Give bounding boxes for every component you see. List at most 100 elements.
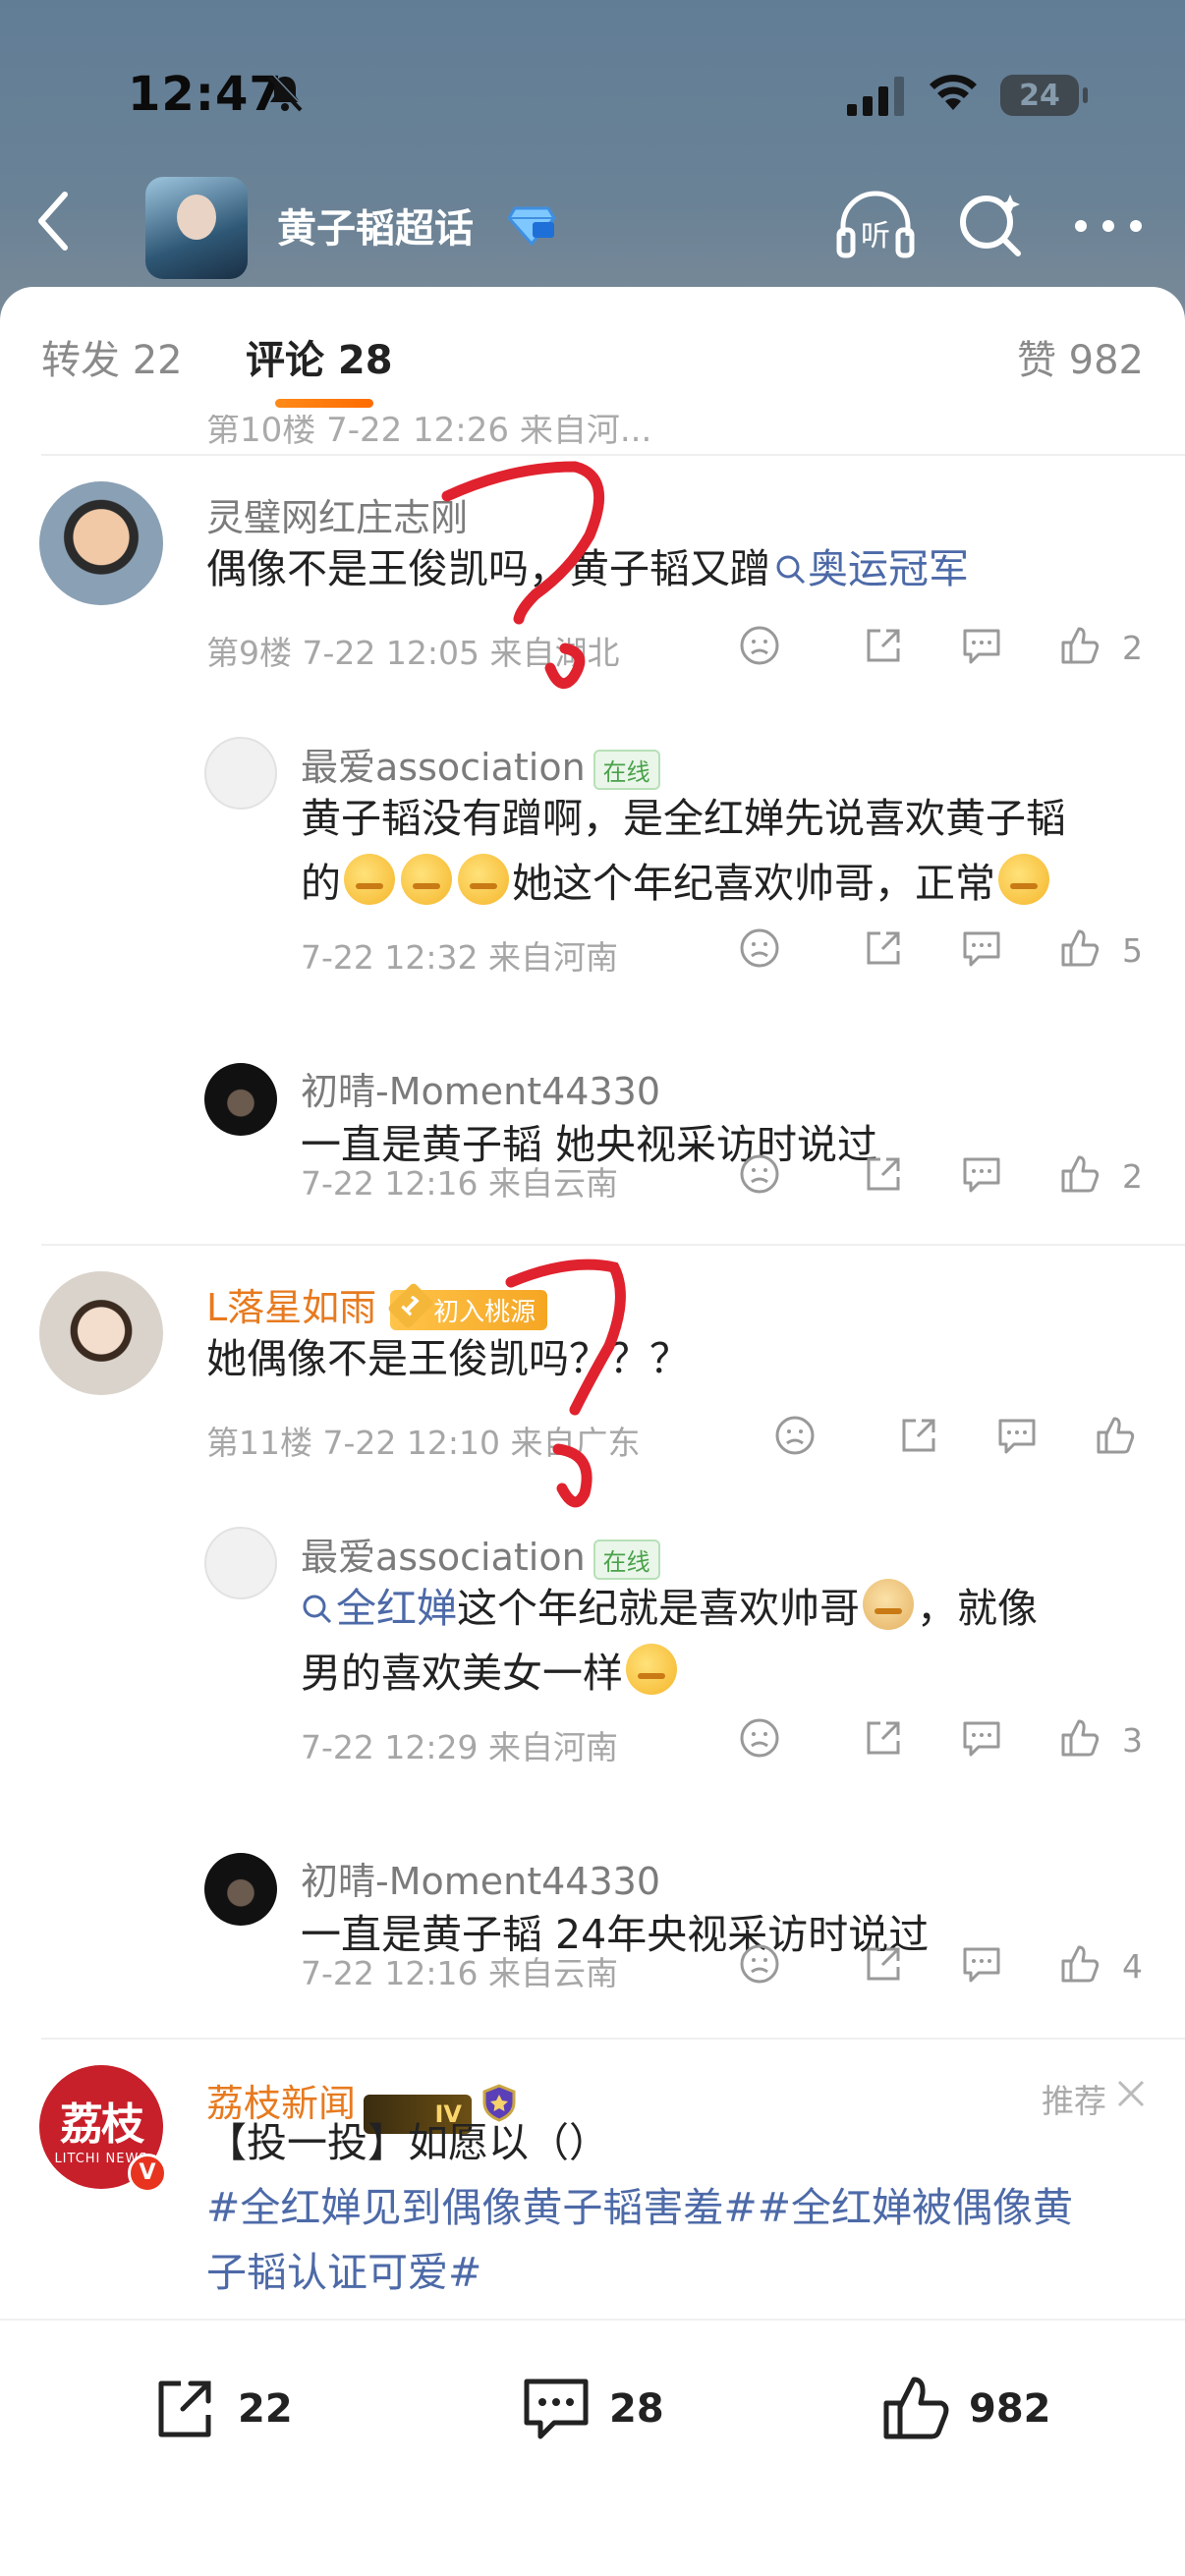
reply-author-name[interactable]: 初晴-Moment44330 (301, 1851, 660, 1905)
reply-meta: 7-22 12:16 来自云南 (301, 1954, 618, 1992)
reply-icon[interactable] (959, 1941, 1004, 1987)
comment-bubble-icon (524, 2379, 589, 2439)
wifi-icon (930, 75, 977, 110)
share-icon[interactable] (861, 1941, 906, 1987)
reply-actions: 2 (727, 1151, 1159, 1201)
partial-comment-meta: 第10楼 7-22 12:26 来自河... (206, 415, 652, 450)
comment-text: 她偶像不是王俊凯吗？？？ (206, 1335, 690, 1382)
like-total: 982 (969, 2386, 1051, 2432)
hashtag-link[interactable]: 子韬认证可爱# (206, 2249, 481, 2296)
search-icon (303, 1595, 332, 1624)
reply-author-name[interactable]: 初晴-Moment44330 (301, 1061, 660, 1115)
like-icon[interactable] (1057, 1715, 1102, 1761)
dislike-face-icon[interactable] (737, 1941, 782, 1987)
comment-meta: 第9楼 7-22 12:05 来自湖北 (206, 634, 620, 672)
comment-actions (762, 1413, 1185, 1462)
avatar[interactable] (204, 1853, 277, 1926)
silent-bell-icon (267, 73, 305, 112)
reply-icon[interactable] (959, 925, 1004, 971)
comment-count: 28 (609, 2386, 664, 2432)
emoji-shush (998, 854, 1049, 905)
topic-avatar[interactable] (145, 177, 248, 279)
topic-title[interactable]: 黄子韬超话 (277, 196, 474, 253)
like-icon[interactable] (1093, 1413, 1138, 1458)
diamond-badge-icon (507, 206, 556, 246)
comment-actions: 2 (727, 623, 1159, 672)
status-time: 12:47 (128, 67, 283, 122)
avatar[interactable] (204, 737, 277, 810)
dislike-face-icon[interactable] (772, 1413, 818, 1458)
like-button[interactable]: 982 (878, 2370, 1051, 2448)
reply-icon[interactable] (994, 1413, 1040, 1458)
dislike-face-icon[interactable] (737, 1151, 782, 1197)
dislike-face-icon[interactable] (737, 623, 782, 668)
comment-text-body: 偶像不是王俊凯吗，黄子韬又蹭 (206, 545, 770, 592)
avatar[interactable] (204, 1063, 277, 1136)
commenter-name[interactable]: L落星如雨 (206, 1286, 376, 1329)
share-icon[interactable] (861, 623, 906, 668)
share-icon[interactable] (861, 925, 906, 971)
divider (41, 1244, 1185, 1246)
comment-text: 偶像不是王俊凯吗，黄子韬又蹭 奥运冠军 (206, 536, 1140, 601)
like-icon[interactable] (1057, 925, 1102, 971)
share-icon[interactable] (861, 1151, 906, 1197)
commenter-name[interactable]: 灵璧网红庄志刚 (206, 487, 468, 541)
reply-icon[interactable] (959, 623, 1004, 668)
like-icon[interactable] (1057, 1151, 1102, 1197)
reply-text-prefix: 的 (301, 860, 341, 907)
emoji-666 (344, 854, 395, 905)
reply-author-name[interactable]: 最爱association (301, 1536, 586, 1579)
tab-repost[interactable]: 转发 22 (41, 328, 183, 385)
reply-author[interactable]: 最爱association 在线 (301, 737, 660, 791)
back-arrow-icon[interactable] (29, 187, 79, 255)
like-icon[interactable] (1057, 1941, 1102, 1987)
reply-meta: 7-22 12:16 来自云南 (301, 1164, 618, 1203)
svg-text:听: 听 (861, 219, 890, 253)
like-thumb-icon (883, 2377, 949, 2439)
avatar[interactable] (204, 1527, 277, 1599)
close-icon[interactable] (1116, 2079, 1146, 2108)
reply-author[interactable]: 最爱association 在线 (301, 1527, 660, 1581)
commenter[interactable]: L落星如雨初入桃源 (206, 1277, 548, 1331)
reply-author-name[interactable]: 最爱association (301, 746, 586, 789)
brand-logo-text: 荔枝 (60, 2099, 144, 2150)
reply-meta: 7-22 12:32 来自河南 (301, 938, 618, 977)
search-sparkle-icon[interactable] (953, 185, 1032, 263)
emoji-doge (863, 1579, 914, 1630)
dislike-face-icon[interactable] (737, 1715, 782, 1761)
dislike-face-icon[interactable] (737, 925, 782, 971)
top-nav-bar: 黄子韬超话 听 (0, 167, 1185, 285)
share-icon[interactable] (861, 1715, 906, 1761)
reply-text-line: 这个年纪就是喜欢帅哥 (457, 1585, 860, 1632)
cellular-signal-icon (847, 77, 904, 116)
like-count: 3 (1122, 1721, 1143, 1760)
tab-bar: 转发 22 评论 28 赞 982 (0, 287, 1185, 415)
reply-icon[interactable] (959, 1715, 1004, 1761)
like-count: 2 (1122, 629, 1143, 667)
comment-meta: 第11楼 7-22 12:10 来自广东 (206, 1424, 641, 1462)
like-count: 2 (1122, 1157, 1143, 1196)
avatar[interactable] (39, 1271, 163, 1395)
reply-text: 黄子韬没有蹭啊，是全红婵先说喜欢黄子韬的 她这个年纪喜欢帅哥，正常 (301, 786, 1146, 916)
emoji-666 (401, 854, 452, 905)
topic-link[interactable]: 全红婵 (336, 1585, 457, 1632)
bottom-action-bar: 22 28 982 (0, 2319, 1185, 2576)
reply-actions: 3 (727, 1715, 1159, 1764)
avatar[interactable] (39, 481, 163, 605)
more-options-icon[interactable] (1071, 206, 1146, 246)
reply-text: 全红婵这个年纪就是喜欢帅哥 ，就像 男的喜欢美女一样 (301, 1576, 1146, 1706)
comment-button[interactable]: 28 (519, 2370, 664, 2448)
active-tab-indicator (275, 399, 373, 408)
emoji-666 (458, 854, 509, 905)
hashtag-link[interactable]: #全红婵见到偶像黄子韬害羞##全红婵被偶像黄 (206, 2184, 1073, 2231)
reply-icon[interactable] (959, 1151, 1004, 1197)
tab-comments[interactable]: 评论 28 (246, 328, 393, 385)
listen-headphones-icon[interactable]: 听 (833, 185, 918, 263)
reply-text-suffix: 她这个年纪喜欢帅哥，正常 (512, 860, 995, 907)
emoji-shush (626, 1644, 677, 1695)
repost-button[interactable]: 22 (147, 2370, 293, 2448)
share-icon[interactable] (896, 1413, 941, 1458)
topic-link[interactable]: 奥运冠军 (808, 545, 969, 592)
like-icon[interactable] (1057, 623, 1102, 668)
tab-likes[interactable]: 赞 982 (1017, 328, 1144, 385)
